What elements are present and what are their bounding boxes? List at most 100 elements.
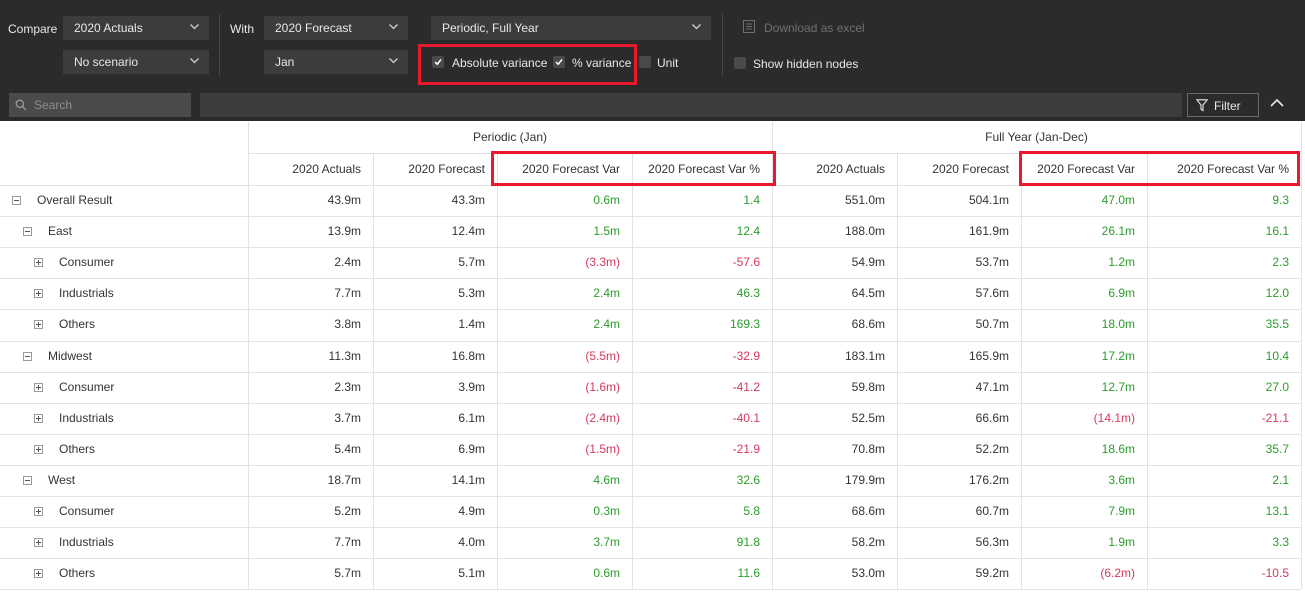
table-cell: 53.0m [851,566,885,581]
absolute-variance-label[interactable]: Absolute variance [452,56,547,70]
table-cell: -32.9 [732,348,760,363]
table-cell: 17.2m [1101,348,1135,363]
table-cell: (6.2m) [1100,566,1135,581]
table-cell: 176.2m [968,472,1009,487]
table-cell: 12.0 [1265,286,1289,301]
chevron-down-icon [190,24,199,30]
column-header[interactable]: 2020 Forecast [897,153,1021,185]
table-cell: 4.0m [458,535,485,550]
with-period-dropdown[interactable]: Jan [264,50,408,74]
table-cell: 183.1m [844,348,885,363]
filter-button-label: Filter [1214,99,1241,113]
table-cell: 3.3 [1272,535,1289,550]
table-cell: 5.4m [334,441,361,456]
column-header[interactable]: 2020 Actuals [248,153,373,185]
column-header[interactable]: 2020 Forecast Var % [632,153,772,185]
column-header[interactable]: 2020 Actuals [772,153,897,185]
expand-icon[interactable] [34,538,43,548]
with-label: With [230,22,254,36]
unit-label[interactable]: Unit [657,56,678,70]
expand-icon[interactable] [34,320,43,330]
table-cell: 1.2m [1108,255,1135,270]
table-cell: (1.6m) [585,379,620,394]
table-cell: 68.6m [851,317,885,332]
table-cell: 43.9m [327,193,361,207]
collapse-icon[interactable] [23,227,32,237]
table-cell: 60.7m [975,504,1009,518]
column-header[interactable]: 2020 Forecast [373,153,497,185]
absolute-variance-checkbox[interactable] [432,56,444,68]
row-label: Others [59,441,96,456]
table-cell: (14.1m) [1093,410,1135,425]
compare-scenario-value: No scenario [74,55,139,69]
expand-icon[interactable] [34,413,43,423]
table-cell: 52.2m [975,441,1009,456]
table-cell: -21.9 [732,441,760,456]
filter-button[interactable]: Filter [1187,93,1259,117]
table-cell: 1.5m [593,224,620,239]
collapse-icon[interactable] [12,196,21,205]
pct-variance-label[interactable]: % variance [572,56,631,70]
expand-icon[interactable] [34,289,43,299]
compare-scenario-dropdown[interactable]: No scenario [63,50,209,74]
table-cell: 6.9m [1108,286,1135,301]
compare-version-dropdown[interactable]: 2020 Actuals [63,16,209,40]
column-group-header: Periodic (Jan) [472,130,548,144]
expand-icon[interactable] [34,444,43,454]
table-cell: -21.1 [1261,410,1289,425]
expand-icon[interactable] [34,258,43,268]
chevron-up-icon[interactable] [1270,98,1284,107]
table-cell: 32.6 [736,472,760,487]
table-cell: 2.4m [593,286,620,301]
with-version-value: 2020 Forecast [275,21,352,35]
row-label: Others [59,317,96,332]
download-excel-button[interactable]: Download as excel [764,21,865,35]
collapse-icon[interactable] [23,475,32,485]
column-header[interactable]: 2020 Forecast Var % [1147,153,1301,185]
table-cell: 14.1m [451,472,485,487]
show-hidden-checkbox[interactable] [734,57,746,69]
row-label: Consumer [59,504,115,518]
unit-checkbox[interactable] [639,56,651,68]
table-cell: 66.6m [975,410,1009,425]
search-input[interactable]: Search [9,93,191,117]
compare-label: Compare [8,22,58,36]
table-cell: 13.9m [327,224,361,239]
with-period-value: Jan [275,55,295,69]
table-cell: 12.4 [736,224,760,239]
table-cell: 10.4 [1265,348,1289,363]
with-version-dropdown[interactable]: 2020 Forecast [264,16,408,40]
table-cell: 46.3 [736,286,760,301]
table-cell: 7.7m [334,535,361,550]
period-mode-value: Periodic, Full Year [442,21,539,35]
search-bar: Search Filter [0,90,1305,121]
table-cell: 165.9m [968,348,1009,363]
table-cell: 27.0 [1265,379,1289,394]
period-mode-dropdown[interactable]: Periodic, Full Year [431,16,711,40]
filter-input[interactable] [200,93,1182,117]
column-header[interactable]: 2020 Forecast Var [497,153,632,185]
row-label: Industrials [59,286,114,301]
table-cell: 3.6m [1108,472,1135,487]
excel-icon[interactable] [743,20,755,33]
chevron-down-icon [389,58,398,64]
search-placeholder: Search [34,98,73,112]
table-cell: 6.9m [458,441,485,456]
expand-icon[interactable] [34,382,43,392]
expand-icon[interactable] [34,569,43,579]
table-cell: 47.1m [975,379,1009,394]
row-label: Industrials [59,535,114,550]
column-header[interactable]: 2020 Forecast Var [1021,153,1147,185]
table-cell: -41.2 [732,379,760,394]
table-cell: 1.4 [743,193,760,207]
table-cell: 50.7m [975,317,1009,332]
table-cell: 35.7 [1265,441,1289,456]
table-cell: 504.1m [968,193,1009,207]
column-group-header: Full Year (Jan-Dec) [985,130,1088,144]
table-cell: 4.6m [593,472,620,487]
collapse-icon[interactable] [23,351,32,361]
expand-icon[interactable] [34,507,43,516]
show-hidden-label[interactable]: Show hidden nodes [753,57,858,71]
table-cell: 58.2m [851,535,885,550]
pct-variance-checkbox[interactable] [553,56,565,68]
